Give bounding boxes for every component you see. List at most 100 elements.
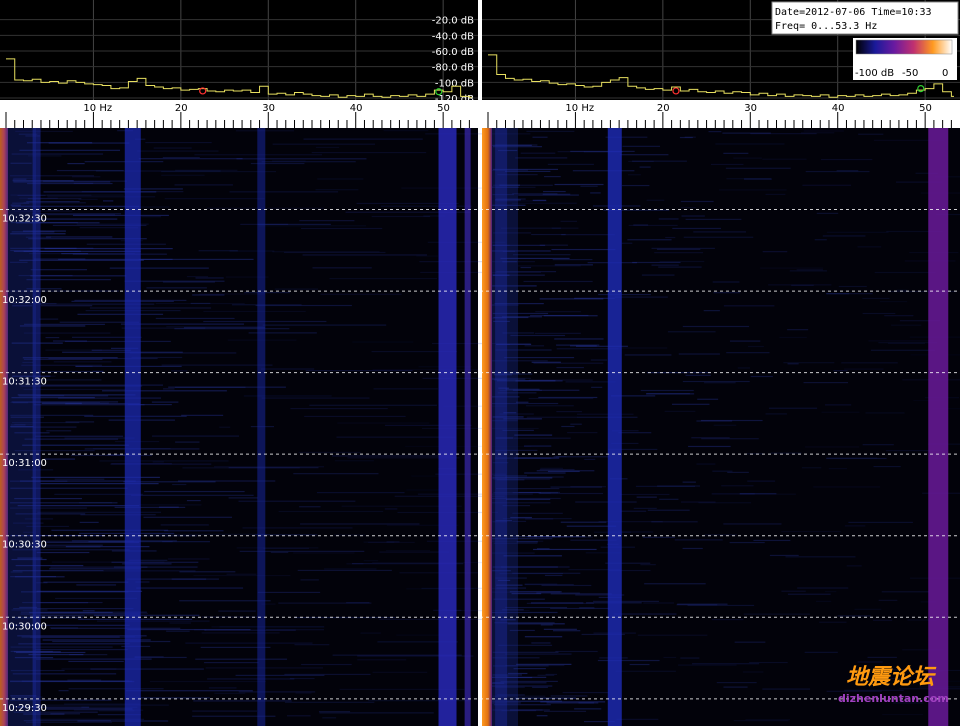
- waterfall-streak: [43, 581, 129, 583]
- time-label: 10:30:00: [2, 621, 47, 632]
- waterfall-streak: [185, 642, 313, 644]
- waterfall-streak: [682, 547, 703, 550]
- frequency-band: [495, 128, 508, 726]
- waterfall-streak: [152, 435, 240, 437]
- waterfall-streak: [881, 591, 930, 593]
- waterfall-streak: [580, 185, 598, 187]
- waterfall-streak: [153, 147, 192, 149]
- waterfall-streak: [352, 341, 414, 343]
- waterfall-streak: [672, 403, 710, 405]
- waterfall-streak: [539, 244, 568, 246]
- waterfall-streak: [551, 248, 616, 251]
- waterfall-streak: [380, 205, 472, 207]
- waterfall-streak: [616, 718, 659, 720]
- waterfall-streak: [882, 713, 924, 716]
- waterfall-streak: [561, 425, 575, 428]
- waterfall-streak: [172, 483, 187, 486]
- waterfall-streak: [379, 551, 449, 553]
- waterfall-streak: [554, 338, 604, 340]
- waterfall-streak: [512, 193, 558, 195]
- waterfall-streak: [765, 193, 786, 195]
- waterfall-streak: [803, 130, 844, 132]
- waterfall-streak: [857, 661, 883, 663]
- waterfall-streak: [35, 648, 128, 651]
- waterfall-streak: [53, 361, 112, 363]
- waterfall-streak: [723, 152, 749, 154]
- waterfall-streak: [816, 212, 839, 214]
- date-time-readout: Date=2012-07-06 Time=10:33: [775, 7, 932, 18]
- waterfall-streak: [45, 708, 133, 710]
- waterfall-streak: [309, 404, 437, 406]
- waterfall-streak: [516, 663, 572, 665]
- waterfall-streak: [624, 354, 672, 356]
- waterfall-streak: [878, 599, 898, 601]
- waterfall-streak: [826, 231, 889, 233]
- waterfall-streak: [641, 274, 675, 276]
- waterfall-streak: [544, 574, 563, 577]
- waterfall-streak: [111, 561, 199, 563]
- waterfall-streak: [572, 170, 635, 172]
- waterfall-streak: [746, 453, 764, 455]
- frequency-tick-label: 20: [175, 103, 188, 114]
- waterfall-streak: [737, 367, 751, 369]
- waterfall-streak: [385, 550, 431, 552]
- waterfall-streak: [743, 613, 810, 615]
- waterfall-streak: [696, 463, 716, 465]
- waterfall-streak: [781, 590, 806, 592]
- waterfall-streak: [553, 456, 610, 458]
- waterfall-streak: [315, 146, 340, 149]
- waterfall-streak: [682, 325, 750, 328]
- waterfall-streak: [523, 445, 552, 447]
- waterfall-streak: [143, 516, 232, 518]
- waterfall-streak: [639, 166, 651, 168]
- waterfall-streak: [532, 136, 548, 138]
- waterfall-streak: [514, 434, 553, 436]
- waterfall-streak: [577, 416, 638, 418]
- waterfall-streak: [175, 441, 200, 443]
- waterfall-streak: [543, 628, 577, 630]
- waterfall-streak: [384, 508, 398, 510]
- waterfall-streak: [633, 224, 649, 226]
- waterfall-streak: [693, 231, 746, 233]
- waterfall-streak: [553, 630, 581, 632]
- waterfall-streak: [322, 717, 337, 719]
- waterfall-streak: [762, 688, 811, 690]
- colorbar: -100 dB -50 0: [853, 38, 957, 80]
- waterfall-streak: [556, 366, 584, 369]
- db-axis-label: -40.0 dB: [432, 31, 474, 42]
- waterfall-streak: [865, 412, 905, 414]
- waterfall-streak: [82, 610, 95, 612]
- waterfall-streak: [643, 602, 675, 604]
- waterfall-streak: [201, 632, 280, 634]
- waterfall-streak: [513, 668, 546, 670]
- waterfall-streak: [169, 622, 192, 624]
- waterfall-streak: [158, 506, 179, 508]
- waterfall-streak: [373, 388, 438, 390]
- waterfall-streak: [862, 312, 896, 315]
- waterfall-streak: [597, 659, 660, 662]
- waterfall-streak: [544, 175, 561, 178]
- waterfall-streak: [873, 619, 893, 621]
- frequency-band: [438, 128, 457, 726]
- waterfall-streak: [613, 613, 677, 615]
- waterfall-streak: [838, 285, 867, 288]
- waterfall-streak: [711, 618, 744, 621]
- waterfall-streak: [837, 615, 871, 617]
- waterfall-streak: [45, 236, 113, 238]
- waterfall-streak: [151, 401, 179, 403]
- waterfall-streak: [329, 277, 438, 280]
- waterfall-streak: [145, 141, 212, 144]
- waterfall-streak: [64, 437, 135, 439]
- waterfall-streak: [665, 236, 676, 239]
- waterfall-streak: [136, 587, 244, 589]
- waterfall-streak: [78, 198, 98, 200]
- waterfall-streak: [867, 656, 897, 659]
- waterfall-streak: [712, 470, 733, 472]
- waterfall-streak: [550, 695, 588, 697]
- waterfall-streak: [710, 163, 744, 166]
- waterfall-streak: [787, 363, 799, 365]
- waterfall-streak: [841, 362, 898, 364]
- waterfall-streak: [238, 691, 316, 693]
- waterfall-streak: [640, 564, 656, 566]
- waterfall-streak: [293, 473, 379, 475]
